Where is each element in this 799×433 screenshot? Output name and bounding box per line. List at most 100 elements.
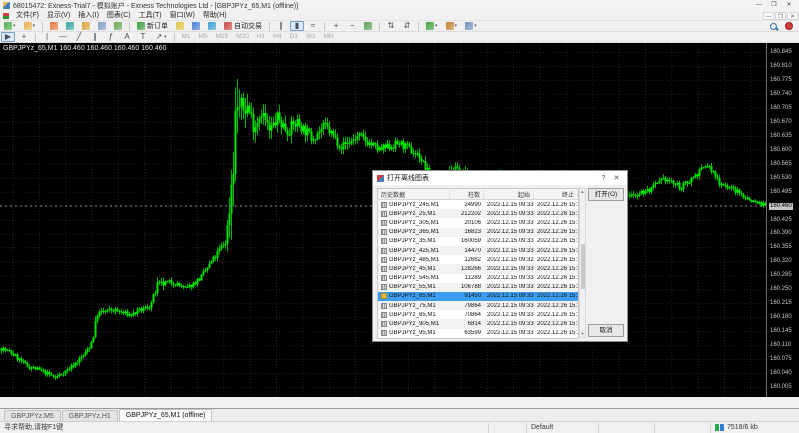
timeframe-label: M5	[199, 33, 208, 41]
timeframe-label: H4	[273, 33, 281, 41]
chart-tab[interactable]: GBPJPYz,M5	[4, 410, 61, 421]
timeframe-h4-button[interactable]: H4	[270, 32, 284, 42]
vertical-line-tool-button[interactable]: |	[40, 32, 54, 42]
row-symbol: GBPJPYz_75,M1	[389, 303, 436, 309]
child-restore-button[interactable]: ❐	[775, 12, 786, 20]
community-button[interactable]	[189, 21, 203, 31]
offline-chart-row[interactable]: GBPJPYz_905,M168142022.12.15 09:332022.1…	[378, 319, 578, 328]
offline-chart-row[interactable]: GBPJPYz_25,M12122022022.12.15 09:332022.…	[378, 209, 578, 218]
arrows-tool-button[interactable]: ↗	[152, 32, 170, 42]
arrange-down-button[interactable]: ⇵	[400, 21, 414, 31]
metaeditor-button[interactable]	[173, 21, 187, 31]
column-header-from[interactable]: 起始	[484, 190, 534, 199]
offline-chart-row[interactable]: GBPJPYz_245,M1249902022.12.15 09:332022.…	[378, 200, 578, 209]
candlesticks-button[interactable]: ▮	[290, 21, 304, 31]
navigator-button[interactable]	[79, 21, 93, 31]
new-chart-button[interactable]	[1, 21, 19, 31]
bar-chart-button[interactable]: ∥	[274, 21, 288, 31]
maximize-button[interactable]: ❐	[767, 1, 781, 10]
cancel-button[interactable]: 取消	[588, 324, 624, 337]
scroll-down-icon[interactable]: ▼	[580, 331, 585, 337]
offline-chart-row[interactable]: GBPJPYz_545,M1112892022.12.15 09:332022.…	[378, 274, 578, 283]
row-bars: 24990	[450, 202, 484, 208]
row-to: 2022.12.26 15:12	[534, 293, 578, 299]
offline-chart-row[interactable]: GBPJPYz_365,M1168232022.12.15 09:332022.…	[378, 228, 578, 237]
chart-tab[interactable]: GBPJPYz,H1	[62, 410, 118, 421]
offline-chart-row[interactable]: GBPJPYz_65,M1914502022.12.15 09:332022.1…	[378, 292, 578, 301]
autotrading-button[interactable]: 自动交易	[221, 21, 265, 31]
tile-windows-button[interactable]	[361, 21, 375, 31]
close-button[interactable]: ✕	[782, 1, 796, 10]
price-tick-label: 160.110	[770, 342, 791, 349]
templates-button[interactable]	[462, 21, 480, 31]
crosshair-tool-button[interactable]: +	[17, 32, 31, 42]
dialog-close-icon[interactable]: ✕	[610, 173, 623, 184]
market-watch-button[interactable]	[47, 21, 61, 31]
trendline-tool-button[interactable]: ╱	[72, 32, 86, 42]
market-button[interactable]	[205, 21, 219, 31]
timeframe-m15-button[interactable]: M15	[213, 32, 232, 42]
offline-chart-row[interactable]: GBPJPYz_35,M11600592022.12.15 09:332022.…	[378, 237, 578, 246]
menu-item[interactable]: 窗口(W)	[166, 11, 199, 21]
menu-item[interactable]: 工具(T)	[135, 11, 166, 21]
timeframe-h1-button[interactable]: H1	[254, 32, 268, 42]
timeframe-m1-button[interactable]: M1	[179, 32, 194, 42]
indicators-button[interactable]	[423, 21, 441, 31]
offline-chart-row[interactable]: GBPJPYz_95,M1635992022.12.15 09:332022.1…	[378, 329, 578, 338]
chart-tab[interactable]: GBPJPYz_65,M1 (offline)	[119, 409, 213, 421]
notification-icon[interactable]	[785, 22, 793, 30]
chart-area[interactable]: GBPJPYz_65,M1 160.460 160.460 160.460 16…	[0, 43, 799, 397]
terminal-button[interactable]	[95, 21, 109, 31]
cursor-tool-button[interactable]: ▶	[1, 32, 15, 42]
dialog-title-bar[interactable]: 打开离线图表 ? ✕	[373, 171, 627, 185]
zoom-in-button[interactable]: +	[329, 21, 343, 31]
offline-chart-row[interactable]: GBPJPYz_75,M1798642022.12.15 09:332022.1…	[378, 301, 578, 310]
main-toolbar: 新订单 自动交易 ∥▮ ≈ +− ⇅⇵	[0, 21, 799, 32]
text-tool-button[interactable]: A	[120, 32, 134, 42]
minimize-button[interactable]: —	[752, 1, 766, 10]
timeframe-d1-button[interactable]: D1	[287, 32, 301, 42]
scrollbar-thumb[interactable]	[581, 244, 585, 289]
timeframe-mn-button[interactable]: MN	[321, 32, 337, 42]
child-close-button[interactable]: ✕	[787, 12, 798, 20]
fibonacci-tool-button[interactable]: ƒ	[104, 32, 118, 42]
horizontal-line-tool-button[interactable]: —	[56, 32, 70, 42]
child-minimize-button[interactable]: —	[763, 12, 774, 20]
open-button[interactable]: 打开(O)	[588, 188, 624, 201]
dialog-scrollbar[interactable]: ▲ ▼	[579, 188, 586, 338]
strategy-tester-button[interactable]	[111, 21, 125, 31]
offline-chart-row[interactable]: GBPJPYz_425,M1144702022.12.15 09:332022.…	[378, 246, 578, 255]
scroll-up-icon[interactable]: ▲	[580, 189, 585, 195]
text-label-tool-button[interactable]: T	[136, 32, 150, 42]
column-header-bars[interactable]: 柱数	[450, 190, 484, 199]
offline-chart-row[interactable]: GBPJPYz_85,M1708642022.12.15 09:332022.1…	[378, 310, 578, 319]
dialog-help-button[interactable]: ?	[597, 173, 610, 184]
menu-item[interactable]: 图表(C)	[103, 11, 135, 21]
menu-item[interactable]: 显示(V)	[43, 11, 74, 21]
column-header-history[interactable]: 历史数据	[378, 190, 450, 199]
data-window-button[interactable]	[63, 21, 77, 31]
line-chart-icon: ≈	[309, 22, 317, 30]
line-chart-button[interactable]: ≈	[306, 21, 320, 31]
zoom-out-button[interactable]: −	[345, 21, 359, 31]
menu-item[interactable]: 插入(I)	[74, 11, 103, 21]
search-icon[interactable]	[770, 23, 777, 30]
offline-chart-row[interactable]: GBPJPYz_55,M11067882022.12.15 09:332022.…	[378, 283, 578, 292]
timeframe-w1-button[interactable]: W1	[303, 32, 319, 42]
menu-item[interactable]: 帮助(H)	[199, 11, 231, 21]
offline-chart-row[interactable]: GBPJPYz_485,M1126822022.12.15 09:322022.…	[378, 255, 578, 264]
equidistant-channel-tool-button[interactable]: ∥	[88, 32, 102, 42]
timeframe-m30-button[interactable]: M30	[233, 32, 252, 42]
menu-item[interactable]: 文件(F)	[12, 11, 43, 21]
periods-button[interactable]	[443, 21, 461, 31]
offline-chart-row[interactable]: GBPJPYz_45,M11282662022.12.15 09:332022.…	[378, 264, 578, 273]
timeframe-m5-button[interactable]: M5	[196, 32, 211, 42]
profiles-button[interactable]	[21, 21, 39, 31]
new-order-button[interactable]: 新订单	[134, 21, 171, 31]
status-profile[interactable]: Default	[527, 423, 599, 433]
offline-chart-row[interactable]: GBPJPYz_305,M1201062022.12.15 09:332022.…	[378, 218, 578, 227]
price-axis[interactable]: 160.845160.810160.775160.740160.705160.6…	[766, 43, 799, 397]
row-from: 2022.12.15 09:33	[484, 220, 534, 226]
column-header-to[interactable]: 终止	[534, 190, 578, 199]
arrange-up-button[interactable]: ⇅	[384, 21, 398, 31]
